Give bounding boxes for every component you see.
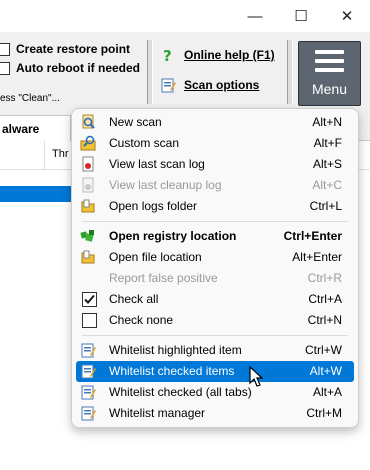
menu-item-shortcut: Ctrl+N — [307, 313, 342, 327]
divider — [287, 40, 293, 104]
menu-item-shortcut: Alt+Enter — [292, 250, 342, 264]
maximize-icon: ☐ — [294, 8, 308, 25]
menu-item-label: Whitelist checked items — [109, 364, 235, 378]
cleanup-log-icon — [82, 177, 94, 193]
magnifier-scan-icon — [82, 114, 95, 129]
hamburger-icon — [315, 50, 344, 77]
menu-item-label: Open file location — [109, 250, 202, 264]
menu-item-shortcut: Ctrl+R — [307, 271, 342, 285]
scan-options-label: Scan options — [184, 78, 260, 92]
menu-item-open-registry-location[interactable]: Open registry location Ctrl+Enter — [76, 226, 354, 247]
menu-item-shortcut: Ctrl+M — [306, 406, 342, 420]
menu-item-label: View last cleanup log — [109, 178, 222, 192]
menu-item-check-all[interactable]: Check all Ctrl+A — [76, 289, 354, 310]
tab-label: alware — [2, 122, 40, 136]
custom-scan-icon — [80, 135, 96, 151]
online-help-link[interactable]: ? Online help (F1) — [160, 47, 275, 63]
close-icon: ✕ — [340, 8, 354, 25]
menu-item-shortcut: Alt+A — [312, 385, 342, 399]
menu-item-shortcut: Ctrl+L — [309, 199, 342, 213]
menu-item-new-scan[interactable]: New scan Alt+N — [76, 112, 354, 133]
menu-item-label: Whitelist highlighted item — [109, 343, 242, 357]
menu-item-label: New scan — [109, 115, 162, 129]
checkbox-box[interactable] — [0, 42, 10, 56]
column-threat-header[interactable]: Thr — [52, 148, 69, 160]
auto-reboot-checkbox[interactable]: Auto reboot if needed — [0, 61, 140, 75]
scan-options-icon — [161, 78, 176, 93]
menu-item-whitelist-checked[interactable]: Whitelist checked items Alt+W — [76, 361, 354, 382]
create-restore-point-checkbox[interactable]: Create restore point — [0, 42, 130, 56]
menu-item-report-false-positive[interactable]: Report false positive Ctrl+R — [76, 268, 354, 289]
folder-icon — [81, 199, 95, 213]
menu-item-whitelist-highlighted[interactable]: Whitelist highlighted item Ctrl+W — [76, 340, 354, 361]
menu-item-label: Whitelist checked (all tabs) — [109, 385, 252, 399]
file-location-icon — [81, 250, 95, 264]
menu-item-shortcut: Alt+F — [313, 136, 342, 150]
checked-box-icon — [82, 292, 97, 307]
menu-item-view-last-scan-log[interactable]: View last scan log Alt+S — [76, 154, 354, 175]
whitelist-icon — [81, 343, 96, 358]
menu-item-label: Check all — [109, 292, 159, 306]
menu-button[interactable]: Menu — [298, 41, 361, 106]
menu-item-label: View last scan log — [109, 157, 205, 171]
menu-item-custom-scan[interactable]: Custom scan Alt+F — [76, 133, 354, 154]
close-button[interactable]: ✕ — [324, 0, 370, 32]
menu-item-label: Whitelist manager — [109, 406, 206, 420]
menu-item-whitelist-checked-all-tabs[interactable]: Whitelist checked (all tabs) Alt+A — [76, 382, 354, 403]
menu-item-open-logs-folder[interactable]: Open logs folder Ctrl+L — [76, 196, 354, 217]
unchecked-box-icon — [82, 313, 97, 328]
title-bar: — ☐ ✕ — [0, 0, 370, 32]
menu-separator — [82, 221, 348, 222]
menu-item-shortcut: Ctrl+Enter — [283, 229, 342, 243]
minimize-icon: — — [247, 7, 263, 25]
registry-icon — [80, 230, 94, 242]
menu-item-check-none[interactable]: Check none Ctrl+N — [76, 310, 354, 331]
menu-item-whitelist-manager[interactable]: Whitelist manager Ctrl+M — [76, 403, 354, 424]
column-divider — [44, 141, 45, 169]
menu-item-shortcut: Ctrl+W — [305, 343, 342, 357]
menu-item-label: Report false positive — [109, 271, 218, 285]
scan-options-link[interactable]: Scan options — [160, 77, 259, 93]
menu-item-label: Check none — [109, 313, 174, 327]
context-menu: New scan Alt+N Custom scan Alt+F View la… — [71, 108, 359, 428]
online-help-label: Online help (F1) — [184, 48, 275, 62]
whitelist-icon — [81, 385, 96, 400]
menu-button-label: Menu — [311, 81, 348, 97]
help-icon: ? — [163, 47, 172, 63]
minimize-button[interactable]: — — [232, 0, 278, 32]
mouse-pointer-icon — [249, 366, 264, 387]
menu-item-shortcut: Alt+W — [309, 364, 342, 378]
menu-item-view-last-cleanup-log[interactable]: View last cleanup log Alt+C — [76, 175, 354, 196]
create-restore-point-label: Create restore point — [16, 42, 131, 56]
status-text: ess "Clean"... — [0, 93, 60, 104]
auto-reboot-label: Auto reboot if needed — [16, 61, 140, 75]
whitelist-icon — [81, 364, 96, 379]
menu-item-shortcut: Alt+N — [312, 115, 342, 129]
menu-item-label: Custom scan — [109, 136, 180, 150]
menu-item-shortcut: Alt+S — [312, 157, 342, 171]
menu-item-shortcut: Ctrl+A — [308, 292, 342, 306]
menu-item-label: Open logs folder — [109, 199, 198, 213]
scan-log-icon — [82, 156, 94, 172]
menu-item-open-file-location[interactable]: Open file location Alt+Enter — [76, 247, 354, 268]
maximize-button[interactable]: ☐ — [278, 0, 324, 32]
divider — [147, 40, 153, 104]
svg-text:?: ? — [163, 47, 172, 63]
whitelist-icon — [81, 406, 96, 421]
menu-separator — [82, 335, 348, 336]
checkbox-box[interactable] — [0, 61, 10, 75]
tab-malware[interactable]: alware — [0, 115, 71, 142]
menu-item-label: Open registry location — [109, 229, 237, 243]
menu-item-shortcut: Alt+C — [312, 178, 342, 192]
